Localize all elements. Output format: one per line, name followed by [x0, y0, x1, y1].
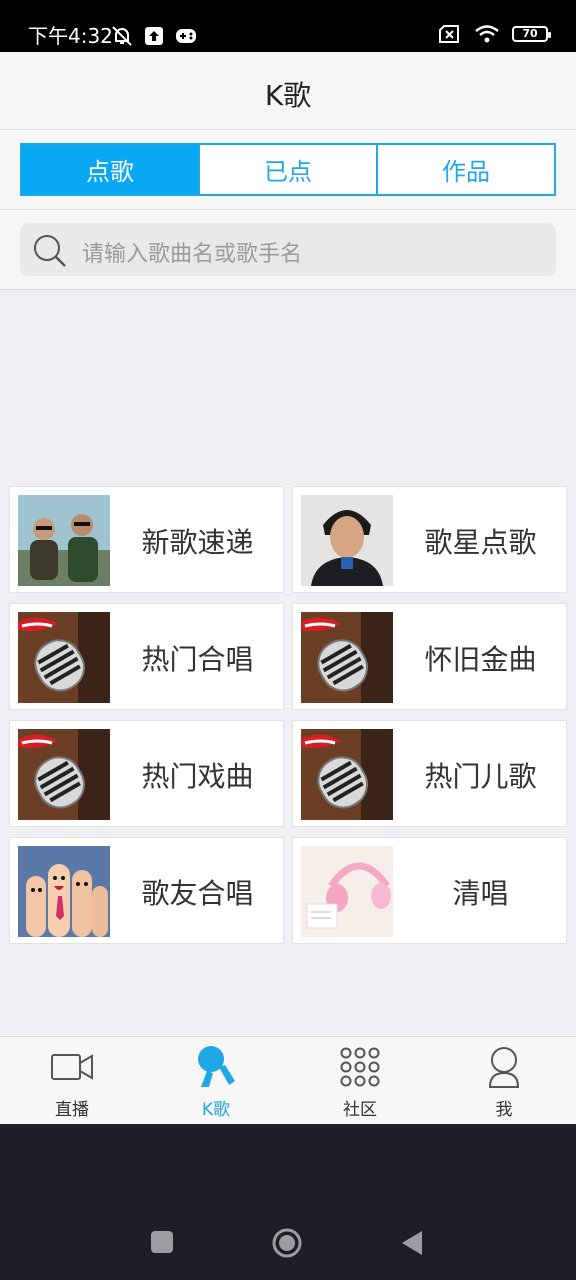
- bottom-nav: 直播 K歌 社区 我: [0, 1036, 576, 1124]
- pink-headphones-photo: [301, 846, 393, 937]
- page-title: K歌: [264, 79, 312, 112]
- category-card-oldies[interactable]: 怀旧金曲: [292, 603, 567, 710]
- microphone-photo: [18, 612, 110, 703]
- wifi-icon: [475, 25, 499, 43]
- search-input[interactable]: 请输入歌曲名或歌手名: [20, 223, 556, 276]
- bell-muted-icon: [112, 26, 132, 46]
- nav-item-live[interactable]: 直播: [0, 1037, 144, 1124]
- nav-item-karaoke[interactable]: K歌: [144, 1037, 288, 1124]
- battery-icon: 70: [512, 26, 551, 42]
- search-icon: [34, 235, 66, 267]
- nav-label: 社区: [343, 1100, 377, 1120]
- singer-portrait-photo: [301, 495, 393, 586]
- category-card-singers[interactable]: 歌星点歌: [292, 486, 567, 593]
- search-placeholder: 请输入歌曲名或歌手名: [82, 242, 303, 267]
- category-label: 热门合唱: [141, 642, 254, 676]
- tab-works[interactable]: 作品: [378, 145, 554, 194]
- category-label: 歌友合唱: [141, 876, 254, 910]
- category-card-opera[interactable]: 热门戏曲: [9, 720, 284, 827]
- category-card-new-songs[interactable]: 新歌速递: [9, 486, 284, 593]
- nav-label: 直播: [55, 1100, 89, 1120]
- tab-requested[interactable]: 已点: [200, 145, 378, 194]
- nav-label: 我: [495, 1100, 513, 1120]
- grid-dots-icon: [340, 1047, 380, 1087]
- tab-request-song[interactable]: 点歌: [22, 145, 200, 194]
- microphone-photo: [18, 729, 110, 820]
- recent-apps-icon[interactable]: [150, 1230, 174, 1254]
- back-icon[interactable]: [400, 1230, 424, 1256]
- karaoke-mic-icon: [198, 1046, 235, 1087]
- category-card-fan-duets[interactable]: 歌友合唱: [9, 837, 284, 944]
- category-label: 歌星点歌: [424, 525, 537, 559]
- category-label: 怀旧金曲: [424, 642, 537, 676]
- finger-faces-photo: [18, 846, 110, 937]
- nav-item-me[interactable]: 我: [432, 1037, 576, 1124]
- header: K歌: [0, 52, 576, 130]
- category-card-kids-songs[interactable]: 热门儿歌: [292, 720, 567, 827]
- nav-item-community[interactable]: 社区: [288, 1037, 432, 1124]
- nav-label: K歌: [201, 1100, 231, 1120]
- home-icon[interactable]: [272, 1228, 302, 1258]
- status-bar: 下午4:32 70: [0, 0, 576, 52]
- microphone-photo: [301, 612, 393, 703]
- category-label: 热门戏曲: [141, 759, 254, 793]
- search-area: 请输入歌曲名或歌手名: [0, 210, 576, 290]
- segmented-tabs: 点歌 已点 作品: [20, 143, 556, 196]
- status-time: 下午4:32: [28, 24, 113, 48]
- sim-off-icon: [439, 25, 459, 43]
- category-label: 新歌速递: [141, 525, 254, 559]
- category-card-acapella[interactable]: 清唱: [292, 837, 567, 944]
- upload-icon: [145, 27, 163, 45]
- video-camera-icon: [51, 1054, 93, 1080]
- category-label: 清唱: [452, 876, 509, 910]
- system-nav-bar: [0, 1124, 576, 1280]
- tabs-area: 点歌 已点 作品: [0, 130, 576, 210]
- category-label: 热门儿歌: [424, 759, 537, 793]
- two-men-photo: [18, 495, 110, 586]
- microphone-photo: [301, 729, 393, 820]
- user-icon: [488, 1047, 520, 1088]
- category-card-hot-duets[interactable]: 热门合唱: [9, 603, 284, 710]
- gamepad-icon: [176, 29, 196, 43]
